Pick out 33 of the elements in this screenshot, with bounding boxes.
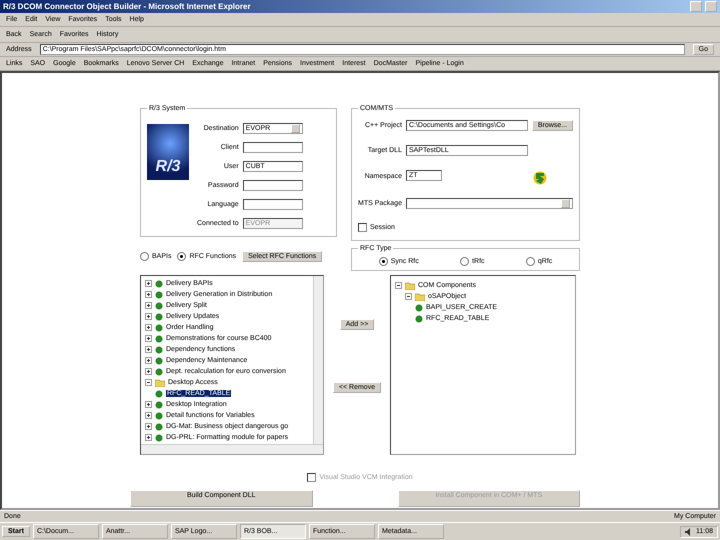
scrollbar[interactable] xyxy=(313,276,323,445)
expand-icon[interactable] xyxy=(145,335,152,342)
radio-button[interactable] xyxy=(140,252,149,261)
radio-button[interactable] xyxy=(378,256,388,266)
radio-button[interactable] xyxy=(177,252,186,261)
expand-icon[interactable] xyxy=(145,280,152,287)
expand-icon[interactable] xyxy=(145,324,152,331)
expand-icon[interactable] xyxy=(145,313,152,320)
expand-icon[interactable] xyxy=(145,412,152,419)
expand-icon[interactable] xyxy=(145,368,152,375)
window-title: R/3 DCOM Connector Object Builder - Microsoft Internet Explorer xyxy=(3,2,251,11)
scrollbar[interactable] xyxy=(141,444,323,454)
r3-logo: R/3 xyxy=(147,124,189,180)
folder-icon xyxy=(155,378,165,386)
expand-icon[interactable] xyxy=(145,291,152,298)
collapse-icon[interactable] xyxy=(395,282,402,289)
input-field[interactable] xyxy=(242,199,303,210)
collapse-icon[interactable] xyxy=(145,379,152,386)
expand-icon[interactable] xyxy=(145,434,152,441)
expand-icon[interactable] xyxy=(145,346,152,353)
expand-icon[interactable] xyxy=(145,423,152,430)
collapse-icon[interactable] xyxy=(405,293,412,300)
radio-button[interactable] xyxy=(526,256,535,266)
checkbox[interactable] xyxy=(358,222,367,232)
radio-button[interactable] xyxy=(460,256,470,266)
expand-icon[interactable] xyxy=(145,401,152,408)
input-field[interactable] xyxy=(242,142,303,153)
expand-icon[interactable] xyxy=(145,302,152,309)
component-icon xyxy=(532,168,548,185)
input-field[interactable] xyxy=(242,180,303,192)
package-dropdown[interactable] xyxy=(406,198,573,210)
speaker-icon[interactable] xyxy=(685,528,693,536)
expand-icon[interactable] xyxy=(145,357,152,364)
